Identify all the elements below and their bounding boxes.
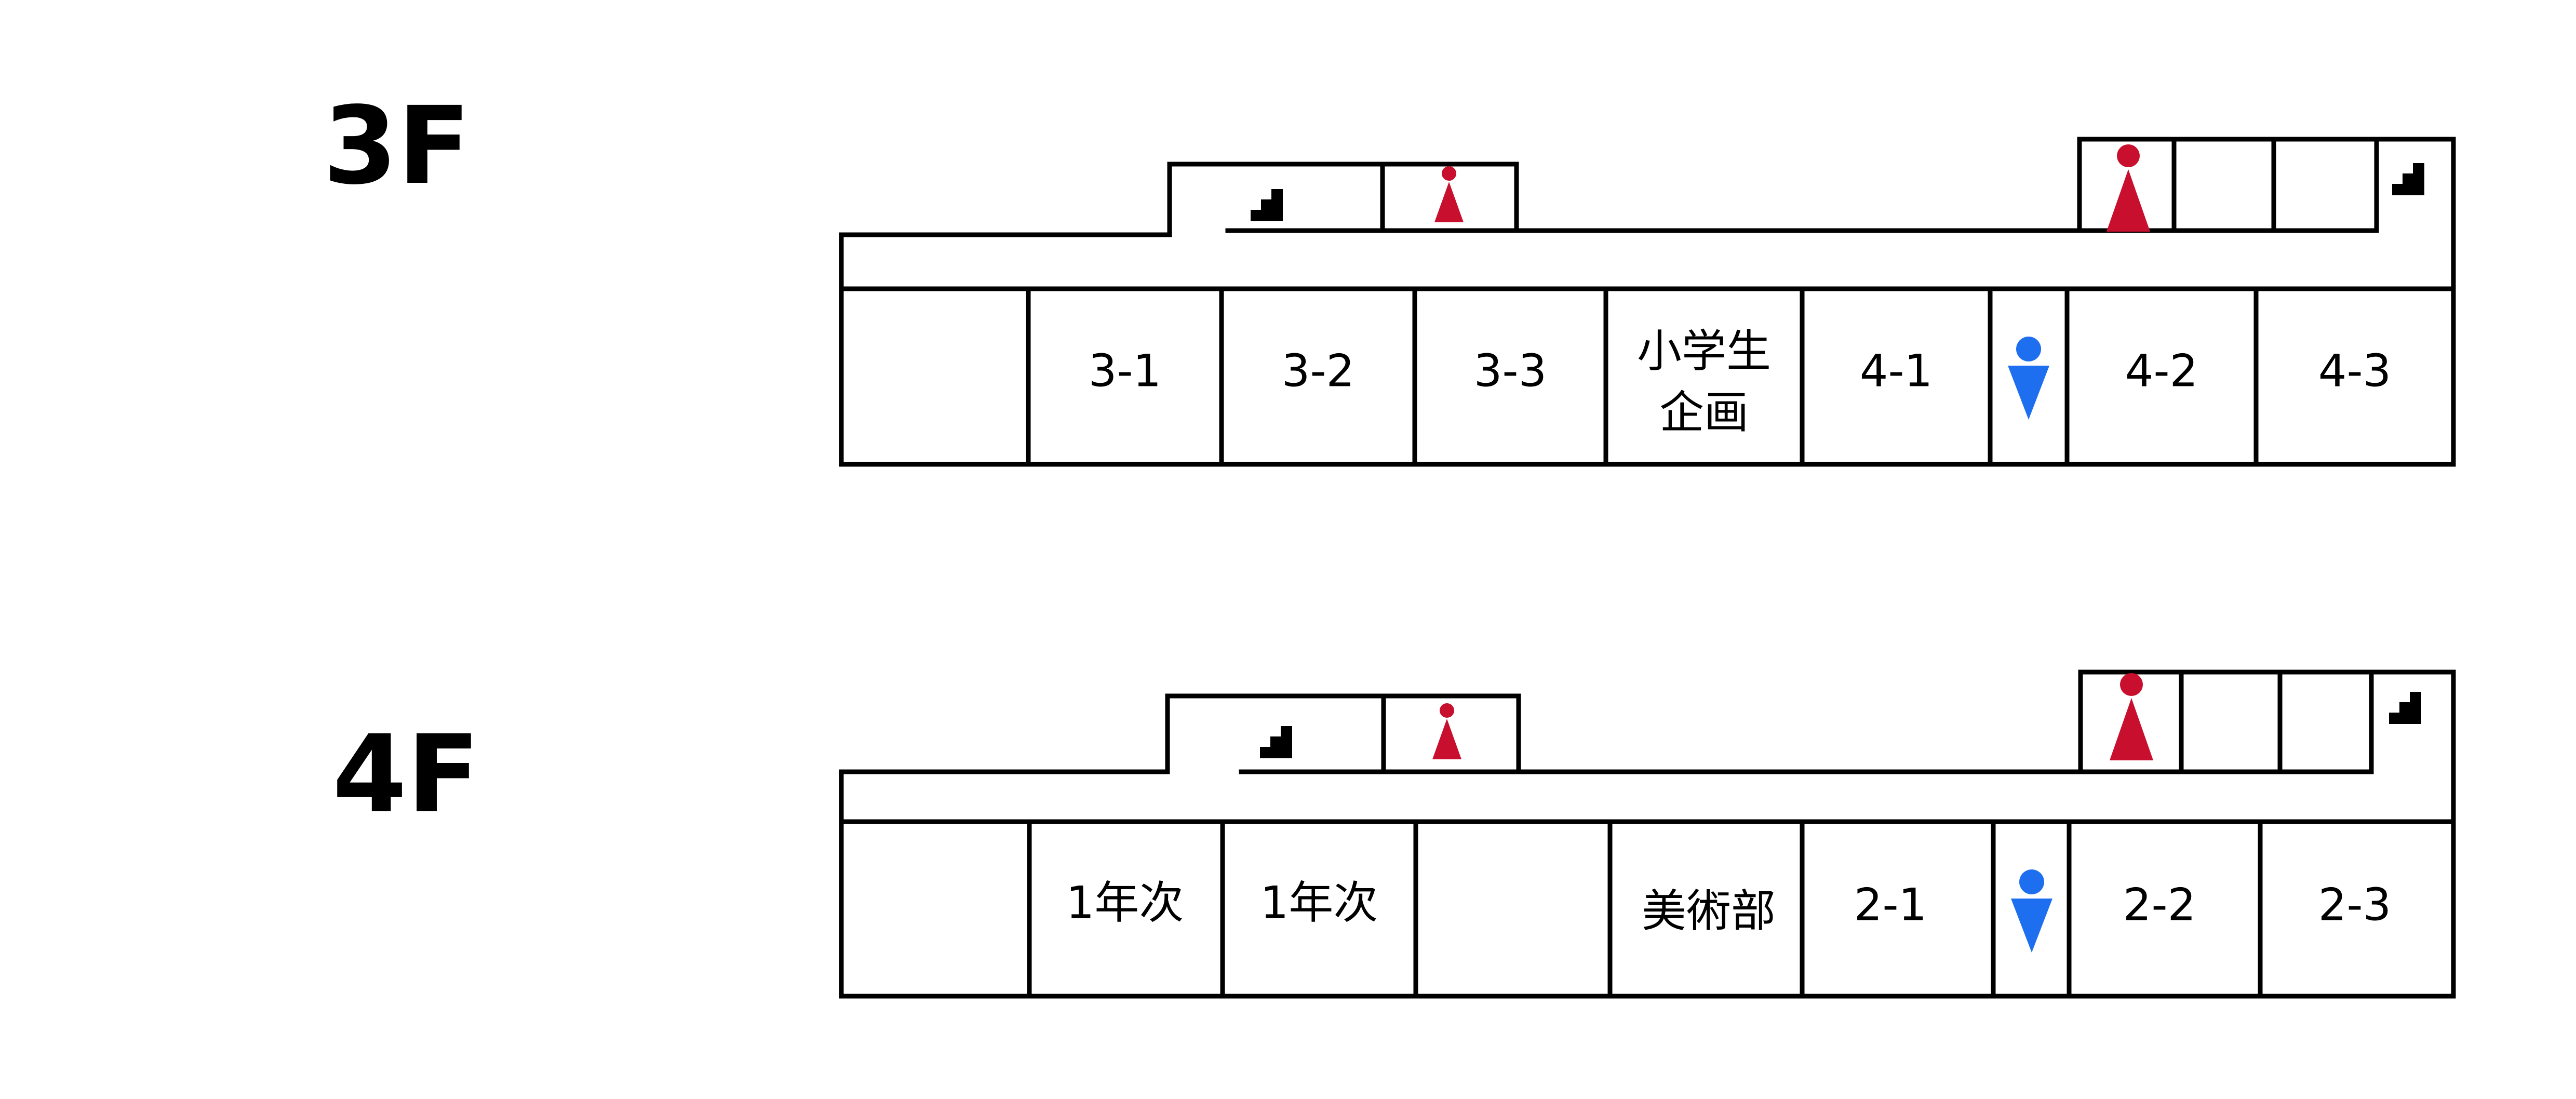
floor-label: 3F bbox=[323, 84, 471, 208]
women-restroom-icon bbox=[1432, 703, 1461, 759]
room-label: 3-1 bbox=[1089, 345, 1161, 397]
women-restroom-icon bbox=[1434, 166, 1464, 222]
room-label: 4-1 bbox=[1860, 345, 1933, 397]
floor-plan-diagram: 3F 3-1 3-2 3-3 小学生 企画 4-1 4-2 4-3 4F 1年次… bbox=[323, 84, 2456, 999]
corridor-wall bbox=[1514, 137, 2379, 233]
men-restroom-icon bbox=[2011, 869, 2052, 953]
stairs-icon bbox=[1251, 189, 1283, 221]
room-label: 1年次 bbox=[1066, 877, 1184, 929]
women-restroom-icon bbox=[2110, 673, 2153, 760]
room-label: 4-3 bbox=[2318, 345, 2391, 397]
corridor-wall bbox=[839, 693, 1521, 824]
floor-4f: 4F 1年次 1年次 美術部 2-1 2-2 2-3 bbox=[332, 669, 2456, 999]
room-label: 2-3 bbox=[2318, 879, 2391, 931]
men-restroom-icon bbox=[2008, 337, 2049, 420]
corridor-wall bbox=[1516, 669, 2374, 774]
stairs-icon bbox=[2392, 163, 2424, 195]
room-label: 2-1 bbox=[1854, 879, 1927, 931]
stairs-icon bbox=[2389, 692, 2421, 724]
women-restroom-icon bbox=[2107, 144, 2150, 232]
corridor-wall bbox=[839, 162, 1519, 291]
floor-3f: 3F 3-1 3-2 3-3 小学生 企画 4-1 4-2 4-3 bbox=[323, 84, 2456, 467]
room-label: 3-3 bbox=[1474, 345, 1547, 397]
room-label: 小学生 bbox=[1637, 325, 1771, 377]
room-label: 1年次 bbox=[1260, 877, 1378, 929]
stairs-icon bbox=[1260, 726, 1292, 758]
room-label: 4-2 bbox=[2125, 345, 2198, 397]
room-label: 2-2 bbox=[2123, 879, 2196, 931]
room-label: 3-2 bbox=[1282, 345, 1354, 397]
room-label: 美術部 bbox=[1642, 885, 1776, 937]
room-label: 企画 bbox=[1659, 386, 1749, 438]
floor-label: 4F bbox=[332, 712, 480, 837]
